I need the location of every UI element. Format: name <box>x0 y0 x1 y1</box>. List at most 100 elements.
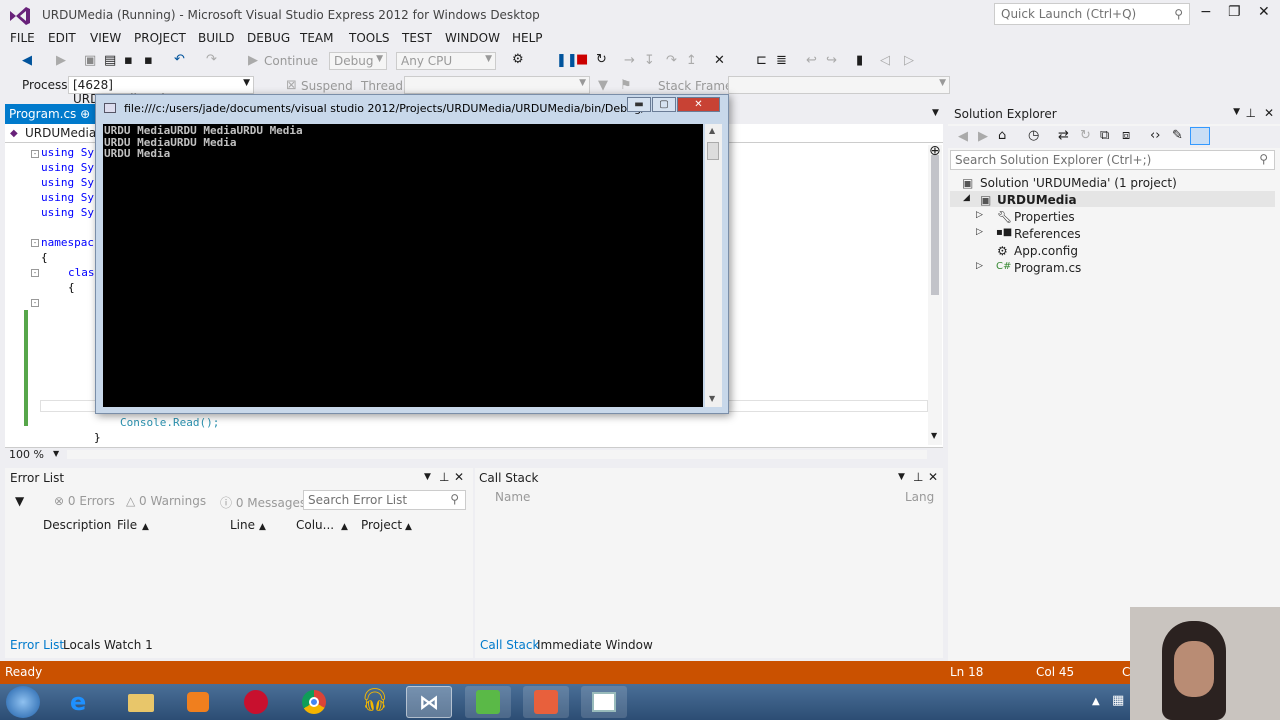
column-line[interactable]: Line <box>230 516 255 536</box>
collapsed-icon[interactable]: ▷ <box>976 261 983 271</box>
messages-filter-button[interactable]: ⓘ 0 Messages <box>220 494 306 511</box>
collapsed-icon[interactable]: ▷ <box>976 227 983 237</box>
open-file-icon[interactable]: ▤ <box>104 53 116 68</box>
collapse-all-icon[interactable]: ⧉ <box>1100 128 1109 143</box>
tab-watch-1[interactable]: Watch 1 <box>104 638 153 652</box>
process-select[interactable]: [4628] URDUMedia.vshost.exe▼ <box>68 76 254 106</box>
expanded-icon[interactable]: ◢ <box>963 193 970 203</box>
menu-debug[interactable]: DEBUG <box>247 31 290 45</box>
tab-program-cs[interactable]: Program.cs ⊕ <box>5 104 95 124</box>
scroll-down-icon[interactable]: ▼ <box>709 394 715 403</box>
solution-search-input[interactable]: Search Solution Explorer (Ctrl+;) ⚲ <box>950 150 1275 170</box>
step-over-icon[interactable]: ↷ <box>666 53 677 68</box>
menu-tools[interactable]: TOOLS <box>349 31 390 45</box>
collapse-toggle[interactable]: - <box>31 299 39 307</box>
menu-file[interactable]: FILE <box>10 31 35 45</box>
stack-frame-select[interactable]: ▼ <box>728 76 950 94</box>
editor-scrollbar[interactable]: ▼ <box>928 145 942 445</box>
column-column[interactable]: Colu... <box>296 516 334 536</box>
close-icon[interactable]: ✕ <box>454 470 464 484</box>
menu-team[interactable]: TEAM <box>300 31 333 45</box>
scrollbar-thumb[interactable] <box>931 155 939 295</box>
platform-select[interactable]: Any CPU ▼ <box>396 52 496 70</box>
hex-icon[interactable]: ✕ <box>714 53 725 68</box>
pin-icon[interactable]: ⊕ <box>80 107 90 121</box>
error-search-input[interactable]: Search Error List ⚲ <box>303 490 466 510</box>
restore-button[interactable]: ❐ <box>1228 4 1241 20</box>
errors-filter-button[interactable]: ⊗ 0 Errors <box>54 494 115 508</box>
menu-test[interactable]: TEST <box>402 31 432 45</box>
threads-icon[interactable]: ⊏ <box>756 53 767 68</box>
split-icon[interactable]: ⊕ <box>929 143 941 159</box>
continue-button[interactable]: Continue <box>264 54 318 68</box>
tree-item-properties[interactable]: Properties <box>1014 210 1075 224</box>
back-icon[interactable]: ◀ <box>22 53 32 68</box>
scroll-up-icon[interactable]: ▲ <box>709 126 715 135</box>
scroll-down-icon[interactable]: ▼ <box>931 431 937 440</box>
attach-icon[interactable]: ⚙ <box>512 52 524 67</box>
menu-edit[interactable]: EDIT <box>48 31 76 45</box>
step-into-icon[interactable]: ↧ <box>644 53 655 68</box>
menu-project[interactable]: PROJECT <box>134 31 186 45</box>
column-name[interactable]: Name <box>495 490 530 504</box>
forward-icon[interactable]: ▶ <box>56 53 66 68</box>
chevron-down-icon[interactable]: ▼ <box>424 472 431 482</box>
pending-changes-icon[interactable]: ◷ <box>1028 128 1039 143</box>
forward-icon[interactable]: ▶ <box>978 129 988 144</box>
tree-item-program-cs[interactable]: Program.cs <box>1014 261 1081 275</box>
tree-item-solution[interactable]: Solution 'URDUMedia' (1 project) <box>980 176 1177 190</box>
show-all-files-icon[interactable]: ⧈ <box>1122 128 1130 143</box>
tab-immediate-window[interactable]: Immediate Window <box>537 638 653 652</box>
media-player-icon[interactable] <box>175 686 221 718</box>
save-all-icon[interactable]: ▪ <box>144 53 153 68</box>
column-file[interactable]: File <box>117 516 137 536</box>
step-out-icon[interactable]: ↥ <box>686 53 697 68</box>
save-icon[interactable]: ▪ <box>124 53 133 68</box>
pin-icon[interactable]: ⊥ <box>913 470 923 484</box>
sync-icon[interactable]: ⇄ <box>1058 128 1069 143</box>
camtasia-recorder-icon[interactable] <box>523 686 569 718</box>
chrome-icon[interactable] <box>291 686 337 718</box>
flag-icon[interactable]: ⚑ <box>620 78 632 93</box>
menu-window[interactable]: WINDOW <box>445 31 500 45</box>
tab-call-stack[interactable]: Call Stack <box>480 638 539 652</box>
thread-select[interactable]: ▼ <box>404 76 590 94</box>
back-icon[interactable]: ◀ <box>958 129 968 144</box>
bookmark-icon[interactable]: ▮ <box>856 53 863 68</box>
properties-icon[interactable]: ✎ <box>1172 128 1183 143</box>
close-icon[interactable]: ✕ <box>1264 106 1274 120</box>
minimize-button[interactable]: − <box>1200 4 1212 20</box>
close-icon[interactable]: ✕ <box>928 470 938 484</box>
chevron-down-icon[interactable]: ▼ <box>1233 107 1240 117</box>
chevron-down-icon[interactable]: ▼ <box>898 472 905 482</box>
pin-icon[interactable]: ⊥ <box>439 470 449 484</box>
internet-explorer-icon[interactable]: e <box>60 686 106 718</box>
visual-studio-taskbar-icon[interactable]: ⋈ <box>406 686 452 718</box>
pin-icon[interactable]: ⊥ <box>1246 106 1256 120</box>
console-close-button[interactable]: ✕ <box>677 97 720 112</box>
suspend-button[interactable]: Suspend <box>301 79 353 93</box>
view-code-icon[interactable]: ‹› <box>1150 128 1160 143</box>
pause-icon[interactable]: ❚❚ <box>556 53 578 68</box>
console-window[interactable]: file:///c:/users/jade/documents/visual s… <box>95 94 729 414</box>
collapse-toggle[interactable]: - <box>31 239 39 247</box>
new-project-icon[interactable]: ▣ <box>84 53 96 68</box>
zoom-level[interactable]: 100 % <box>9 448 44 461</box>
next-bookmark-icon[interactable]: ▷ <box>904 53 914 68</box>
show-next-statement-icon[interactable]: → <box>624 53 635 68</box>
redo-icon[interactable]: ↷ <box>206 52 217 67</box>
menu-build[interactable]: BUILD <box>198 31 234 45</box>
collapse-toggle[interactable]: - <box>31 150 39 158</box>
network-icon[interactable]: ▦ <box>1112 693 1124 708</box>
menu-view[interactable]: VIEW <box>90 31 121 45</box>
warnings-filter-button[interactable]: △ 0 Warnings <box>126 494 206 508</box>
tree-item-references[interactable]: References <box>1014 227 1081 241</box>
tab-locals[interactable]: Locals <box>63 638 100 652</box>
refresh-icon[interactable]: ↻ <box>1080 128 1091 143</box>
quick-launch-input[interactable]: Quick Launch (Ctrl+Q) ⚲ <box>994 3 1190 25</box>
menu-help[interactable]: HELP <box>512 31 543 45</box>
comment-icon[interactable]: ↩ <box>806 53 817 68</box>
format-icon[interactable]: ≣ <box>776 53 787 68</box>
undo-icon[interactable]: ↶ <box>174 52 185 67</box>
tab-dropdown-icon[interactable]: ▼ <box>932 108 939 118</box>
